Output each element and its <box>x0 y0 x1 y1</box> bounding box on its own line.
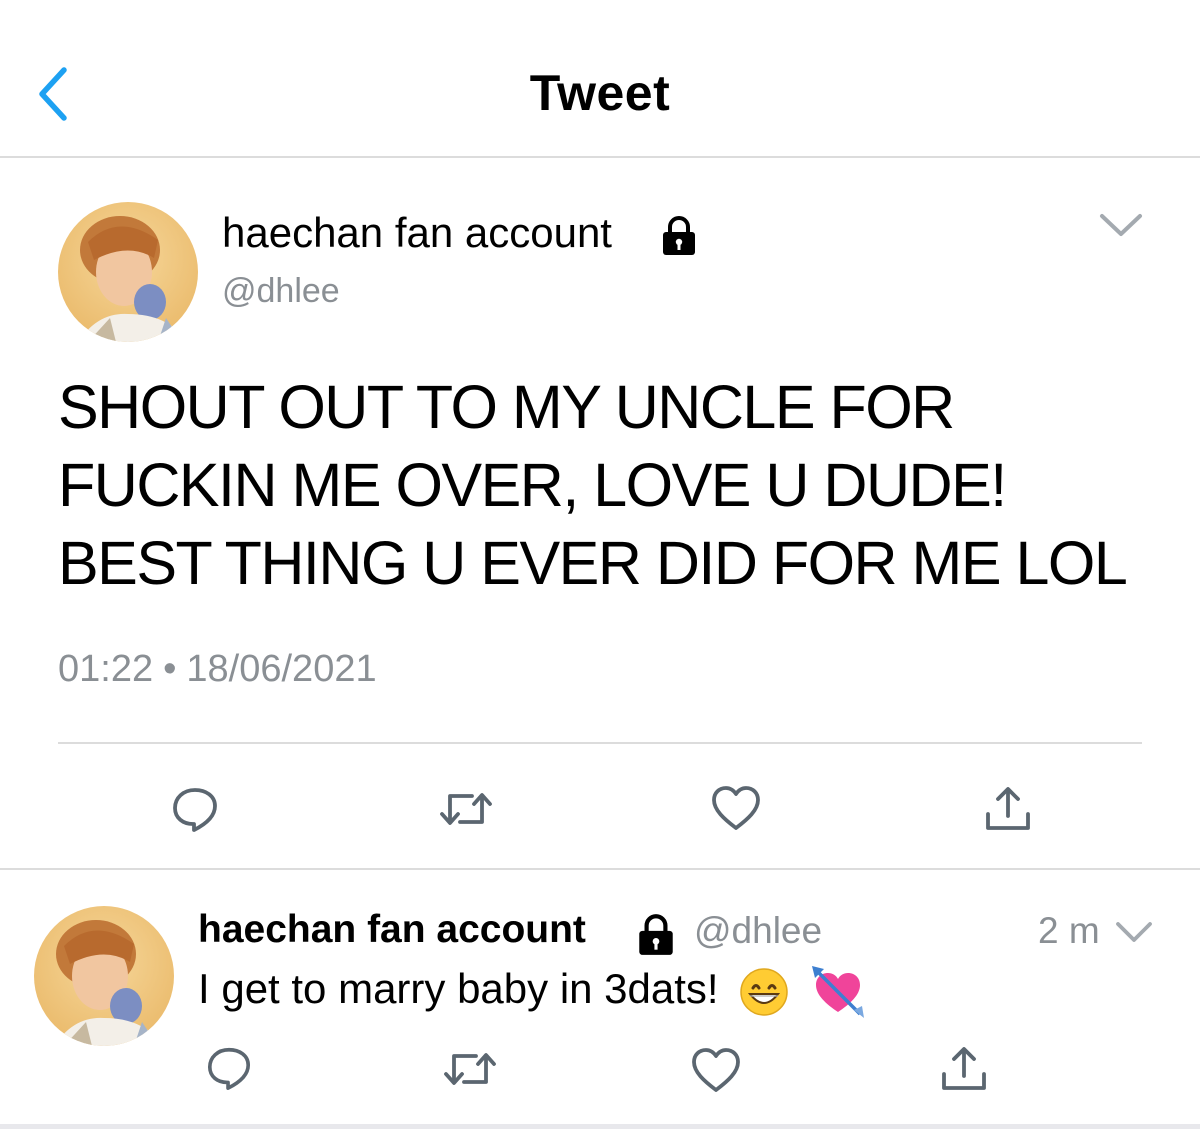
tweet-time: 01:22 <box>58 648 154 690</box>
chevron-down-icon[interactable] <box>1098 210 1144 240</box>
reply-text-line: I get to marry baby in 3dats! <box>198 964 866 1020</box>
reply-text: I get to marry baby in 3dats! <box>198 965 719 1013</box>
tweet-date: 18/06/2021 <box>186 648 377 690</box>
retweet-icon[interactable] <box>440 793 492 825</box>
reply-timestamp: 2 m <box>1038 910 1100 951</box>
divider <box>0 868 1200 870</box>
share-icon[interactable] <box>984 784 1032 834</box>
tweet-text: SHOUT OUT TO MY UNCLE FOR FUCKIN ME OVER… <box>58 373 1128 597</box>
meta-separator: • <box>163 648 177 690</box>
like-icon[interactable] <box>690 1046 742 1094</box>
page-title: Tweet <box>529 65 671 121</box>
avatar-image <box>34 906 174 1046</box>
reply-icon[interactable] <box>204 1044 254 1092</box>
avatar[interactable] <box>58 202 198 342</box>
avatar[interactable] <box>34 906 174 1046</box>
avatar-image <box>58 202 198 342</box>
retweet-icon[interactable] <box>444 1053 496 1085</box>
chevron-down-icon[interactable] <box>1114 920 1154 944</box>
lock-icon <box>639 914 673 955</box>
display-name[interactable]: haechan fan account <box>222 209 612 257</box>
reply-icon[interactable] <box>170 784 220 834</box>
divider <box>58 742 1142 744</box>
display-name[interactable]: haechan fan account <box>198 908 586 952</box>
tweet-timestamp: 01:22 • 18/06/2021 <box>58 648 377 691</box>
lock-icon <box>663 216 695 255</box>
user-handle[interactable]: @dhlee <box>222 272 340 311</box>
grinning-face-emoji <box>740 968 789 1016</box>
like-icon[interactable] <box>710 784 762 832</box>
heart-with-arrow-emoji <box>811 966 864 1018</box>
user-handle[interactable]: @dhlee <box>694 910 822 952</box>
divider <box>0 1124 1200 1129</box>
top-nav-bar: Tweet <box>0 0 1200 158</box>
share-icon[interactable] <box>940 1044 988 1094</box>
